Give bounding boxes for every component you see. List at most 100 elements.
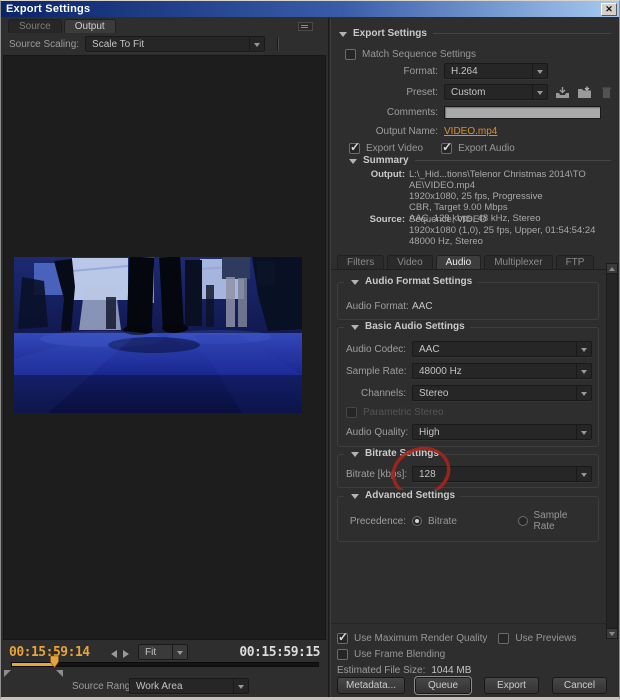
parametric-stereo-checkbox[interactable] <box>346 407 357 418</box>
basic-audio-settings-header[interactable]: Basic Audio Settings <box>344 321 470 332</box>
use-frame-blending-checkbox[interactable] <box>337 649 348 660</box>
audio-codec-dropdown[interactable]: AAC <box>412 341 592 357</box>
export-video-label: Export Video <box>366 143 423 154</box>
audio-format-settings-group: Audio Format Settings Audio Format: AAC <box>337 282 599 320</box>
source-range-dropdown[interactable]: Work Area <box>129 678 249 694</box>
sample-rate-dropdown[interactable]: 48000 Hz <box>412 363 592 379</box>
summary-source-lines: Sequence, VIDEO 1920x1080 (1,0), 25 fps,… <box>409 214 613 247</box>
queue-button[interactable]: Queue <box>415 677 471 694</box>
summary-source-block: Source: Sequence, VIDEO 1920x1080 (1,0),… <box>331 214 613 247</box>
tab-source[interactable]: Source <box>8 19 62 33</box>
format-row: Format: H.264 <box>331 63 619 79</box>
match-sequence-checkbox[interactable] <box>345 49 356 60</box>
use-frame-blending-label: Use Frame Blending <box>354 649 445 660</box>
output-name-label: Output Name: <box>331 126 438 137</box>
collapse-triangle-icon <box>351 494 359 499</box>
parametric-stereo-label: Parametric Stereo <box>363 407 444 418</box>
collapse-triangle-icon <box>351 325 359 330</box>
chevron-down-icon <box>532 64 547 78</box>
chevron-down-icon <box>576 342 591 356</box>
chevron-down-icon <box>172 645 187 659</box>
source-range-row: Source Range: Work Area <box>1 678 328 696</box>
radio-bitrate[interactable] <box>412 516 422 526</box>
preset-row: Preset: Custom <box>331 84 619 100</box>
radio-sample-rate-label: Sample Rate <box>534 510 591 532</box>
bitrate-dropdown[interactable]: 128 <box>412 466 592 482</box>
summary-header[interactable]: Summary <box>347 155 611 166</box>
tab-ftp[interactable]: FTP <box>556 255 595 269</box>
audio-codec-label: Audio Codec: <box>346 344 406 355</box>
settings-scrollbar[interactable] <box>606 263 618 639</box>
export-video-checkbox[interactable]: ✓ <box>349 143 360 154</box>
export-audio-checkbox[interactable]: ✓ <box>441 143 452 154</box>
zoom-fit-dropdown[interactable]: Fit <box>138 644 188 660</box>
delete-preset-icon[interactable] <box>599 86 614 99</box>
output-name-row: Output Name: VIDEO.mp4 <box>331 123 619 139</box>
header-rule <box>433 33 611 34</box>
settings-tab-bar: Filters Video Audio Multiplexer FTP <box>331 254 619 270</box>
channels-label: Channels: <box>346 388 406 399</box>
metadata-button[interactable]: Metadata... <box>337 677 405 694</box>
radio-sample-rate[interactable] <box>518 516 528 526</box>
use-max-render-label: Use Maximum Render Quality <box>354 633 487 644</box>
collapse-triangle-icon <box>339 32 347 37</box>
basic-audio-settings-group: Basic Audio Settings Audio Codec: AAC Sa… <box>337 327 599 447</box>
tab-output[interactable]: Output <box>64 19 116 33</box>
work-area-out-marker[interactable] <box>56 670 63 677</box>
match-sequence-label: Match Sequence Settings <box>362 49 476 60</box>
import-preset-icon[interactable] <box>577 86 592 99</box>
bitrate-settings-group: Bitrate Settings Bitrate [kbps]: 128 <box>337 454 599 488</box>
summary-line: 48000 Hz, Stereo <box>409 236 613 247</box>
tab-multiplexer[interactable]: Multiplexer <box>484 255 552 269</box>
summary-line: 1920x1080 (1,0), 25 fps, Upper, 01:54:54… <box>409 225 613 236</box>
source-scaling-label: Source Scaling: <box>9 39 79 50</box>
advanced-settings-header[interactable]: Advanced Settings <box>344 490 460 501</box>
audio-quality-dropdown[interactable]: High <box>412 424 592 440</box>
dialog-content: Source Output Source Scaling: Scale To F… <box>1 18 619 697</box>
format-dropdown[interactable]: H.264 <box>444 63 548 79</box>
chevron-down-icon <box>576 467 591 481</box>
summary-source-label: Source: <box>331 214 409 247</box>
save-preset-icon[interactable] <box>555 86 570 99</box>
work-area-in-marker[interactable] <box>4 670 11 677</box>
collapse-triangle-icon <box>351 280 359 285</box>
title-bar: Export Settings ✕ <box>1 1 619 17</box>
summary-line: Sequence, VIDEO <box>409 214 613 225</box>
channels-dropdown[interactable]: Stereo <box>412 385 592 401</box>
cancel-button[interactable]: Cancel <box>552 677 607 694</box>
bitrate-settings-header[interactable]: Bitrate Settings <box>344 448 444 459</box>
tab-video[interactable]: Video <box>387 255 432 269</box>
timeline-scrubber[interactable] <box>11 662 319 667</box>
tab-filters[interactable]: Filters <box>337 255 384 269</box>
jog-next-icon[interactable] <box>123 650 129 658</box>
preview-area <box>3 55 326 640</box>
close-icon[interactable]: ✕ <box>601 3 617 16</box>
audio-quality-row: Audio Quality: High <box>346 424 590 440</box>
header-rule <box>415 160 611 161</box>
source-scaling-dropdown[interactable]: Scale To Fit <box>85 36 265 52</box>
preset-dropdown[interactable]: Custom <box>444 84 548 100</box>
estimated-size-label: Estimated File Size: <box>337 665 425 676</box>
comments-label: Comments: <box>331 107 438 118</box>
export-settings-header[interactable]: Export Settings <box>337 28 611 39</box>
video-still-crowd-scene <box>14 257 302 413</box>
output-name-link[interactable]: VIDEO.mp4 <box>444 126 497 137</box>
audio-format-settings-header[interactable]: Audio Format Settings <box>344 276 477 287</box>
use-previews-checkbox[interactable] <box>498 633 509 644</box>
preset-label: Preset: <box>331 87 438 98</box>
preview-panel: Source Output Source Scaling: Scale To F… <box>1 18 328 697</box>
export-button[interactable]: Export <box>484 677 539 694</box>
scrollbar-up-icon[interactable] <box>607 264 617 274</box>
panel-menu-icon[interactable] <box>298 22 313 31</box>
use-max-render-checkbox[interactable]: ✓ <box>337 633 348 644</box>
export-settings-dialog: Export Settings ✕ Source Output Source S… <box>0 0 620 700</box>
estimated-size-value: 1044 MB <box>431 665 471 676</box>
timecode-duration: 00:15:59:15 <box>239 645 320 660</box>
jog-previous-icon[interactable] <box>111 650 117 658</box>
comments-row: Comments: <box>331 104 619 120</box>
preset-actions <box>555 86 614 99</box>
tab-audio[interactable]: Audio <box>436 255 482 269</box>
comments-input[interactable] <box>444 106 601 119</box>
playhead-marker[interactable] <box>50 655 59 668</box>
audio-format-row: Audio Format: AAC <box>346 298 590 314</box>
